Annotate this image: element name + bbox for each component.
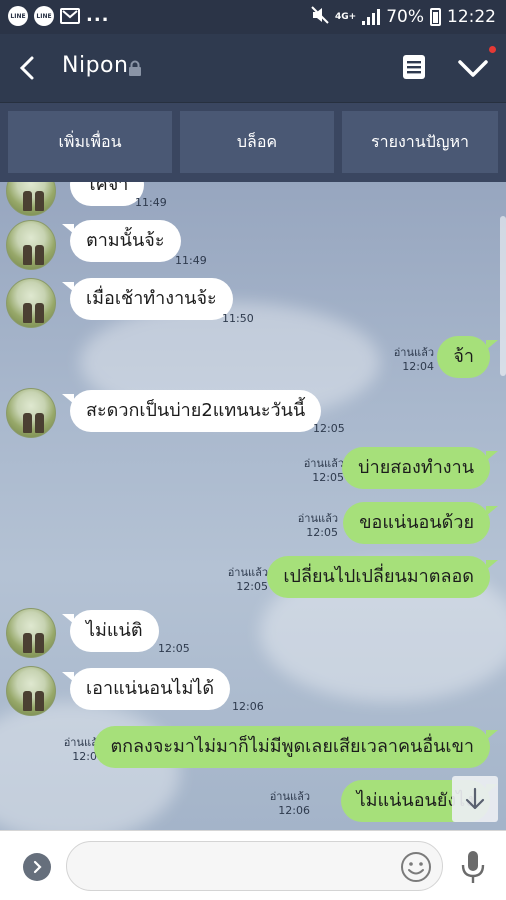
clock: 12:22 [447, 7, 496, 27]
message-time: 11:50 [222, 312, 254, 325]
message-bubble-incoming[interactable]: เอาแน่นอนไม่ได้ [61, 668, 231, 710]
message-time: 12:05 [306, 526, 338, 539]
mail-icon [60, 8, 80, 24]
message-bubble-incoming[interactable]: ไม่แน่ติ [62, 610, 159, 652]
avatar[interactable] [6, 220, 56, 270]
battery-percent: 70% [386, 7, 424, 27]
network-type: 4G+ [335, 12, 357, 22]
message-time: 12:05 [313, 422, 345, 435]
report-button[interactable]: รายงานปัญหา [342, 111, 498, 173]
message-time: 12:04 [402, 360, 434, 373]
contact-name[interactable]: Nipon [62, 53, 128, 78]
chevron-right-icon [33, 860, 42, 874]
notification-dot [489, 46, 496, 53]
message-bubble-incoming[interactable]: สะดวกเป็นบ่าย2แทนนะวันนี้ [61, 390, 322, 432]
message-time: 12:06 [278, 804, 310, 817]
chat-header: Nipon [0, 34, 506, 102]
message-bubble-outgoing[interactable]: บ่ายสองทำงาน [342, 447, 498, 489]
message-bubble-outgoing[interactable]: ตกลงจะมาไม่มาก็ไม่มีพูดเลยเสียเวลาคนอื่น… [94, 726, 498, 768]
message-input-bar [0, 830, 506, 900]
status-bar: LINE LINE ... 4G+ 70% 12:22 [0, 0, 506, 34]
avatar[interactable] [6, 608, 56, 658]
read-receipt: อ่านแล้ว [303, 457, 344, 470]
chevron-down-icon[interactable] [456, 54, 490, 82]
action-bar: เพิ่มเพื่อน บล็อค รายงานปัญหา [0, 102, 506, 182]
message-bubble-incoming[interactable]: เมื่อเช้าทำงานจ้ะ [62, 278, 233, 320]
read-receipt: อ่านแล้ว [393, 346, 434, 359]
message-time: 12:06 [232, 700, 264, 713]
message-bubble-incoming[interactable]: ตามนั้นจ้ะ [62, 220, 181, 262]
read-receipt: อ่านแล้ว [227, 566, 268, 579]
message-bubble-outgoing[interactable]: เปลี่ยนไปเปลี่ยนมาตลอด [267, 556, 498, 598]
avatar[interactable] [6, 278, 56, 328]
signal-icon [362, 9, 381, 25]
message-bubble-outgoing[interactable]: จ้า [437, 336, 498, 378]
message-bubble-incoming[interactable]: โคจ้า [70, 182, 145, 206]
back-icon[interactable] [14, 54, 42, 82]
add-friend-button[interactable]: เพิ่มเพื่อน [8, 111, 172, 173]
message-bubble-outgoing[interactable]: ขอแน่นอนด้วย [343, 502, 498, 544]
message-time: 11:49 [135, 196, 167, 209]
lock-icon [128, 60, 142, 76]
mute-icon [311, 6, 329, 28]
avatar[interactable] [6, 182, 56, 216]
message-time: 12:05 [312, 471, 344, 484]
expand-menu-button[interactable] [23, 853, 51, 881]
status-bar-right: 4G+ 70% 12:22 [311, 6, 496, 28]
battery-icon [430, 8, 441, 26]
scroll-to-bottom-button[interactable] [452, 776, 498, 822]
line-icon: LINE [8, 6, 28, 26]
note-icon[interactable] [402, 54, 426, 80]
read-receipt: อ่านแล้ว [269, 790, 310, 803]
message-input[interactable] [66, 841, 443, 891]
status-bar-left: LINE LINE ... [8, 6, 110, 26]
arrow-down-icon [465, 787, 485, 810]
scrollbar[interactable] [500, 216, 506, 376]
read-receipt: อ่านแล้ว [297, 512, 338, 525]
line-icon: LINE [34, 6, 54, 26]
avatar[interactable] [6, 666, 56, 716]
block-button[interactable]: บล็อค [180, 111, 334, 173]
avatar[interactable] [6, 388, 56, 438]
more-notifications: ... [86, 5, 110, 26]
emoji-icon[interactable] [400, 851, 432, 883]
message-time: 12:05 [158, 642, 190, 655]
message-time: 12:05 [236, 580, 268, 593]
message-time: 11:49 [175, 254, 207, 267]
chat-area[interactable]: โคจ้า 11:49 ตามนั้นจ้ะ 11:49 เมื่อเช้าทำ… [0, 182, 506, 830]
microphone-icon[interactable] [460, 849, 486, 885]
